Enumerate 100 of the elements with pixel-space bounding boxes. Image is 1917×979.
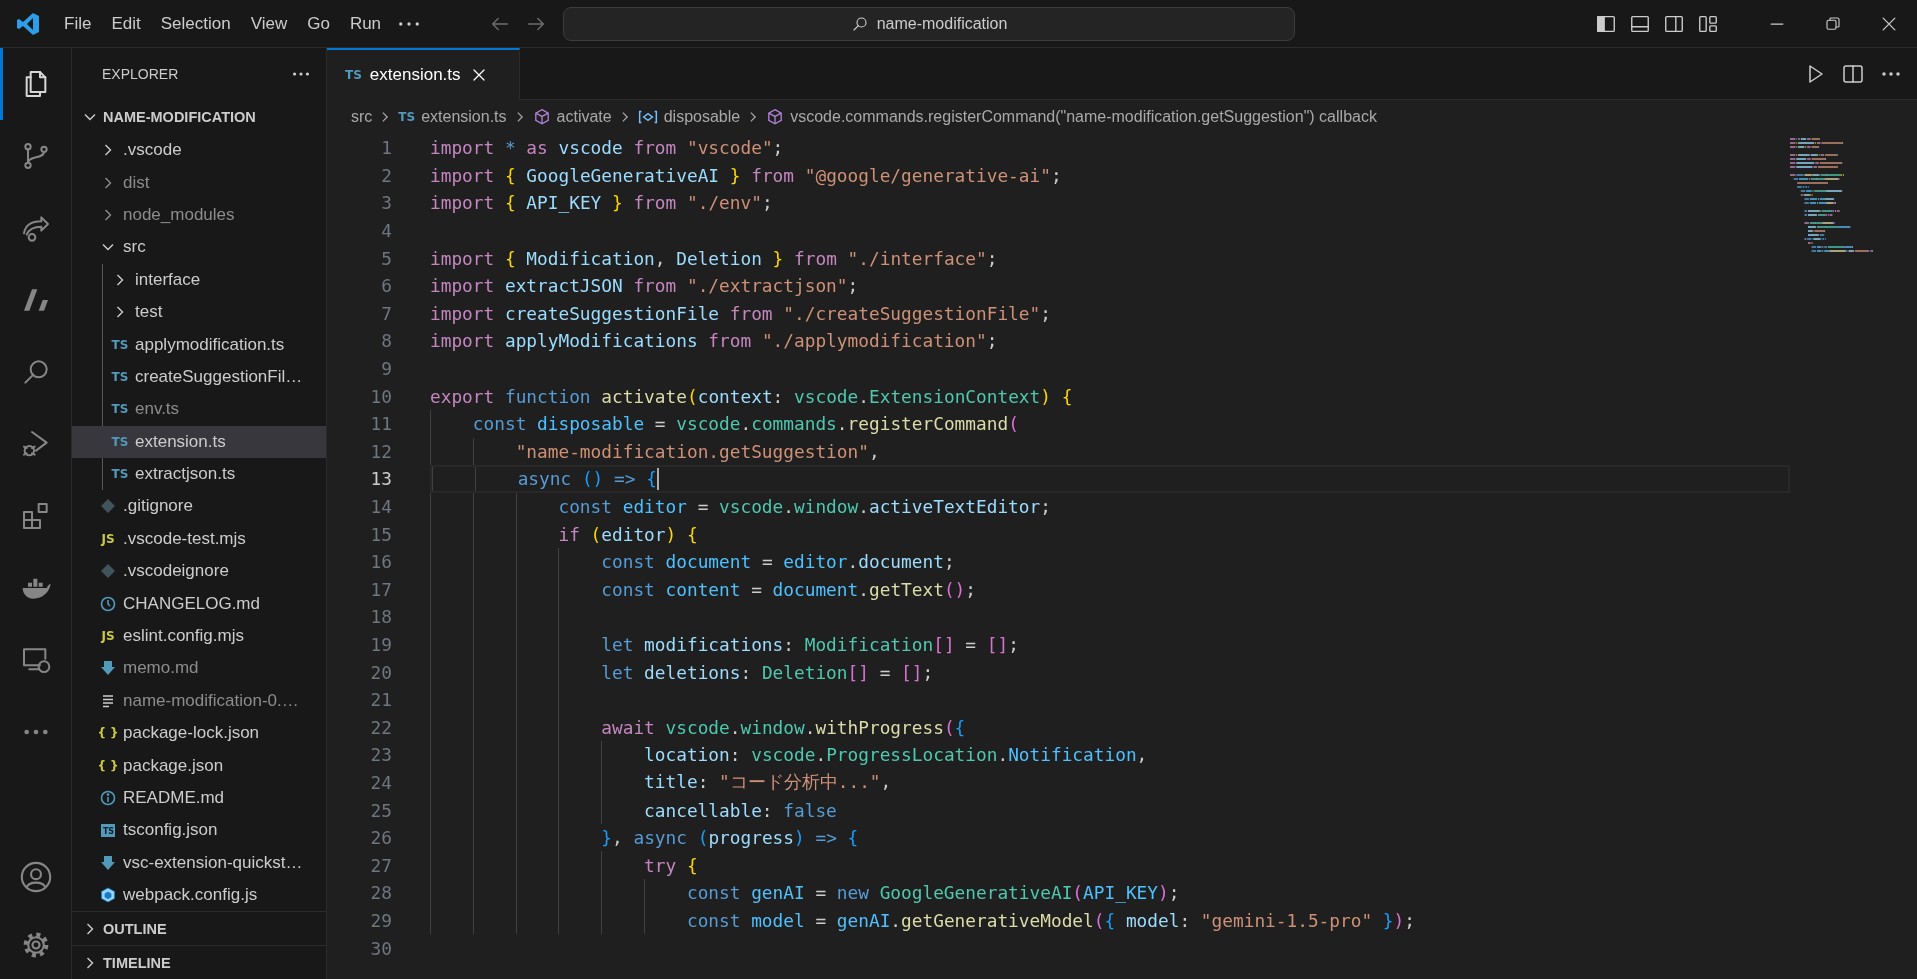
text-lines-icon [100, 692, 116, 709]
explorer-row[interactable]: JS .vscode-test.mjs [72, 522, 326, 556]
code-line: export function activate(context: vscode.ExtensionContext) { [430, 385, 1073, 407]
variable-icon [637, 108, 658, 126]
braces-icon: { } [97, 758, 119, 773]
folder-row[interactable]: .vscode [72, 134, 326, 167]
line-number: 30 [369, 937, 392, 959]
code-line: const content = document.getText(); [601, 578, 977, 600]
line-number: 14 [369, 496, 392, 517]
breadcrumb-item[interactable]: activate [556, 108, 612, 126]
explorer-row[interactable]: TS extension.ts [72, 425, 326, 458]
code-line: }, async (progress) => { [601, 827, 859, 849]
section-header[interactable]: TIMELINE [72, 945, 326, 979]
more-icon [399, 21, 420, 26]
panel-title: EXPLORER [102, 66, 180, 82]
javascript-icon: JS [101, 531, 115, 546]
typescript-icon: TS [345, 68, 362, 82]
line-number: 3 [380, 192, 392, 214]
cube-icon [532, 108, 551, 126]
project-folder[interactable]: NAME-MODIFICATION [72, 100, 326, 134]
explorer-row[interactable]: TS createSuggestionFil… [72, 360, 326, 394]
typescript-icon: TS [111, 337, 129, 352]
line-number: 23 [369, 744, 392, 766]
folder-row[interactable]: node_modules [72, 198, 326, 232]
explorer-row[interactable]: TS tsconfig.json [72, 814, 326, 847]
explorer-row[interactable]: TS extractjson.ts [72, 457, 326, 491]
breadcrumb-item[interactable]: extension.ts [421, 108, 507, 126]
down-arrow-icon [100, 660, 116, 677]
line-number: 13 [369, 468, 392, 490]
breadcrumb-item[interactable]: disposable [663, 108, 741, 126]
typescript-icon: TS [398, 110, 416, 124]
menu-item[interactable]: Selection [150, 7, 241, 40]
menu-item[interactable]: Run [339, 7, 392, 40]
diamond-icon [100, 498, 116, 515]
line-number: 16 [369, 551, 392, 573]
typescript-icon: TS [111, 369, 129, 384]
code-line: async () => { [517, 468, 657, 490]
code-line: import { API_KEY } from "./env"; [430, 192, 773, 214]
breadcrumb-item[interactable]: vscode.commands.registerCommand("name-modification.getSuggestion") callback [790, 108, 1377, 126]
typescript-icon: TS [111, 434, 129, 449]
clock-icon [100, 595, 116, 612]
code-line: const editor = vscode.window.activeTextEditor; [558, 496, 1051, 517]
restore-icon[interactable] [1824, 14, 1842, 33]
app-logo[interactable] [16, 11, 40, 36]
explorer-row[interactable]: vsc-extension-quickst… [72, 846, 326, 879]
explorer-row[interactable]: { } package-lock.json [72, 717, 326, 750]
folder-row[interactable]: test [72, 295, 326, 329]
code-line: import { Modification, Deletion } from "./interface"; [430, 247, 998, 269]
info-icon [100, 790, 116, 806]
explorer-row[interactable]: JS eslint.config.mjs [72, 619, 326, 653]
code-line: const document = editor.document; [601, 551, 955, 573]
explorer-row[interactable]: memo.md [72, 652, 326, 685]
diamond-icon [100, 563, 116, 580]
code-line: import applyModifications from "./applymodification"; [430, 330, 998, 352]
menu-item[interactable]: Go [297, 7, 340, 40]
folder-row[interactable]: src [72, 231, 326, 264]
menu-item[interactable]: File [54, 7, 102, 40]
explorer-row[interactable]: { } package.json [72, 749, 326, 782]
line-number: 25 [369, 799, 392, 821]
line-number: 4 [380, 220, 392, 242]
line-number: 11 [369, 413, 392, 435]
menu-item[interactable]: View [240, 7, 298, 40]
breadcrumb-item[interactable]: src [351, 108, 373, 126]
typescript-config-icon: TS [100, 823, 116, 837]
line-number: 7 [380, 302, 392, 324]
explorer-row[interactable]: .gitignore [72, 490, 326, 523]
line-number: 24 [369, 771, 392, 793]
code-line: import { GoogleGenerativeAI } from "@google/generative-ai"; [430, 164, 1062, 186]
explorer-row[interactable]: README.md [72, 781, 326, 815]
line-number: 8 [380, 330, 392, 352]
account-icon[interactable] [18, 860, 53, 894]
explorer-row[interactable]: name-modification-0.… [72, 684, 326, 718]
section-header[interactable]: OUTLINE [72, 911, 326, 945]
code-line: const disposable = vscode.commands.registerCommand( [472, 413, 1019, 435]
code-line: const model = genAI.getGenerativeModel({ model: "gemini-1.5-pro" }); [686, 909, 1415, 931]
line-number: 20 [369, 661, 392, 683]
explorer-row[interactable]: CHANGELOG.md [72, 587, 326, 620]
explorer-row[interactable]: TS env.ts [72, 393, 326, 426]
javascript-icon: JS [101, 629, 115, 644]
line-number: 17 [369, 578, 392, 600]
line-number: 12 [369, 440, 392, 462]
folder-row[interactable]: dist [72, 166, 326, 199]
folder-row[interactable]: interface [72, 263, 326, 296]
explorer-row[interactable]: .vscodeignore [72, 555, 326, 588]
line-number: 28 [369, 882, 392, 904]
braces-icon: { } [97, 726, 119, 741]
editor-tab[interactable]: TS extension.ts [327, 48, 520, 100]
line-number: 9 [380, 358, 392, 380]
code-line: import createSuggestionFile from "./createSuggestionFile"; [430, 302, 1051, 324]
command-center-search[interactable]: name-modification [563, 6, 1296, 41]
cube-icon [766, 108, 785, 126]
explorer-row[interactable]: webpack.config.js [72, 879, 326, 911]
line-number: 27 [369, 854, 392, 876]
code-line: const genAI = new GoogleGenerativeAI(API_KEY); [686, 882, 1180, 904]
explorer-row[interactable]: TS applymodification.ts [72, 328, 326, 361]
code-line: await vscode.window.withProgress({ [601, 716, 966, 738]
line-number: 15 [369, 523, 392, 545]
menu-item[interactable]: Edit [101, 7, 151, 40]
search-text: name-modification [876, 14, 1008, 33]
line-number: 29 [369, 909, 392, 931]
